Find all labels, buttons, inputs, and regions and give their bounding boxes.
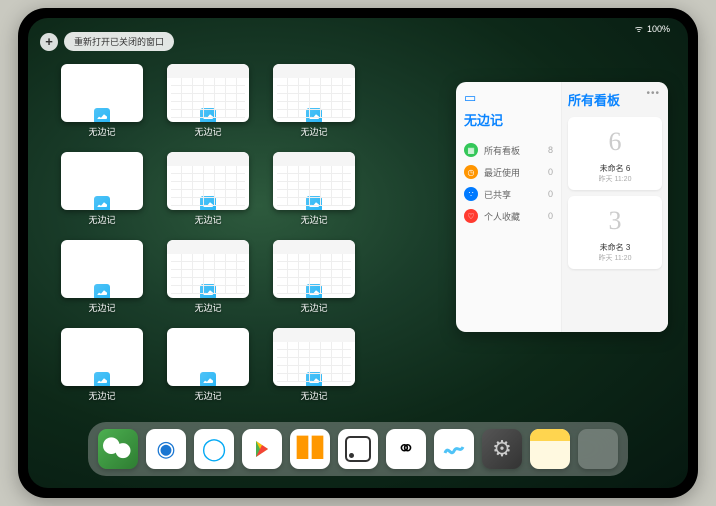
ipad-device: ᯤ 100% + 重新打开已关闭的窗口 无边记 无边记 无边记 无边记 无边记 … [18,8,698,498]
freeform-icon [306,284,322,298]
nav-all-boards[interactable]: ▦所有看板8 [464,139,553,161]
board-preview: 6 [593,123,637,161]
boards-icon: ▭ [464,90,553,106]
quark-icon[interactable]: ◉ [146,429,186,469]
window-thumbnail[interactable]: 无边记 [164,152,252,226]
freeform-icon [306,196,322,210]
window-thumbnail[interactable]: 无边记 [164,64,252,138]
freeform-icon [306,108,322,122]
board-date: 昨天 11:20 [599,253,632,263]
title-bar: + 重新打开已关闭的窗口 [40,32,174,51]
add-button[interactable]: + [40,33,58,51]
freeform-icon [200,284,216,298]
people-icon: ∵ [464,187,478,201]
window-thumbnail[interactable]: 无边记 [58,240,146,314]
grid-icon: ▦ [464,143,478,157]
ipad-screen: ᯤ 100% + 重新打开已关闭的窗口 无边记 无边记 无边记 无边记 无边记 … [28,18,688,488]
wifi-icon: ᯤ [635,22,643,35]
freeform-icon [94,284,110,298]
freeform-icon [94,108,110,122]
window-thumbnail[interactable]: 无边记 [270,152,358,226]
clock-icon: ◷ [464,165,478,179]
books-icon[interactable] [290,429,330,469]
reopen-closed-window-button[interactable]: 重新打开已关闭的窗口 [64,32,174,51]
panel-content: 所有看板 6 未命名 6 昨天 11:20 3 未命名 3 昨天 11:20 [562,82,668,332]
freeform-icon [94,196,110,210]
nav-favorites[interactable]: ♡个人收藏0 [464,205,553,227]
board-card[interactable]: 3 未命名 3 昨天 11:20 [568,196,662,269]
freeform-icon [200,372,216,386]
freeform-sidebar-panel: ••• ▭ 无边记 ▦所有看板8 ◷最近使用0 ∵已共享0 ♡个人收藏0 所有看… [456,82,668,332]
board-name: 未命名 3 [600,242,631,253]
dock: ◉ ◯ ⚭ ⚙ [88,422,628,476]
window-thumbnail[interactable]: 无边记 [58,152,146,226]
app-switcher-grid: 无边记 无边记 无边记 无边记 无边记 无边记 无边记 无边记 无边记 无边记 … [58,64,464,402]
panel-title: 无边记 [464,110,553,129]
status-bar: ᯤ 100% [635,22,670,35]
board-name: 未命名 6 [600,163,631,174]
board-preview: 3 [593,202,637,240]
wechat-icon[interactable] [98,429,138,469]
nav-shared[interactable]: ∵已共享0 [464,183,553,205]
freeform-icon [94,372,110,386]
play-icon[interactable] [242,429,282,469]
panel-nav: ▭ 无边记 ▦所有看板8 ◷最近使用0 ∵已共享0 ♡个人收藏0 [456,82,562,332]
freeform-dock-icon[interactable] [434,429,474,469]
dice-icon[interactable] [338,429,378,469]
freeform-icon [200,196,216,210]
window-thumbnail[interactable]: 无边记 [270,240,358,314]
notes-icon[interactable] [530,429,570,469]
heart-icon: ♡ [464,209,478,223]
window-thumbnail[interactable]: 无边记 [270,328,358,402]
window-thumbnail[interactable]: 无边记 [58,64,146,138]
settings-icon[interactable]: ⚙ [482,429,522,469]
window-thumbnail[interactable]: 无边记 [164,328,252,402]
battery-icon: 100% [647,24,670,34]
freeform-icon [200,108,216,122]
app-library-icon[interactable] [578,429,618,469]
qqbrowser-icon[interactable]: ◯ [194,429,234,469]
connect-icon[interactable]: ⚭ [386,429,426,469]
board-date: 昨天 11:20 [599,174,632,184]
more-icon[interactable]: ••• [646,88,660,99]
window-thumbnail[interactable]: 无边记 [164,240,252,314]
window-thumbnail[interactable]: 无边记 [270,64,358,138]
nav-recent[interactable]: ◷最近使用0 [464,161,553,183]
freeform-icon [306,372,322,386]
board-card[interactable]: 6 未命名 6 昨天 11:20 [568,117,662,190]
window-thumbnail[interactable]: 无边记 [58,328,146,402]
